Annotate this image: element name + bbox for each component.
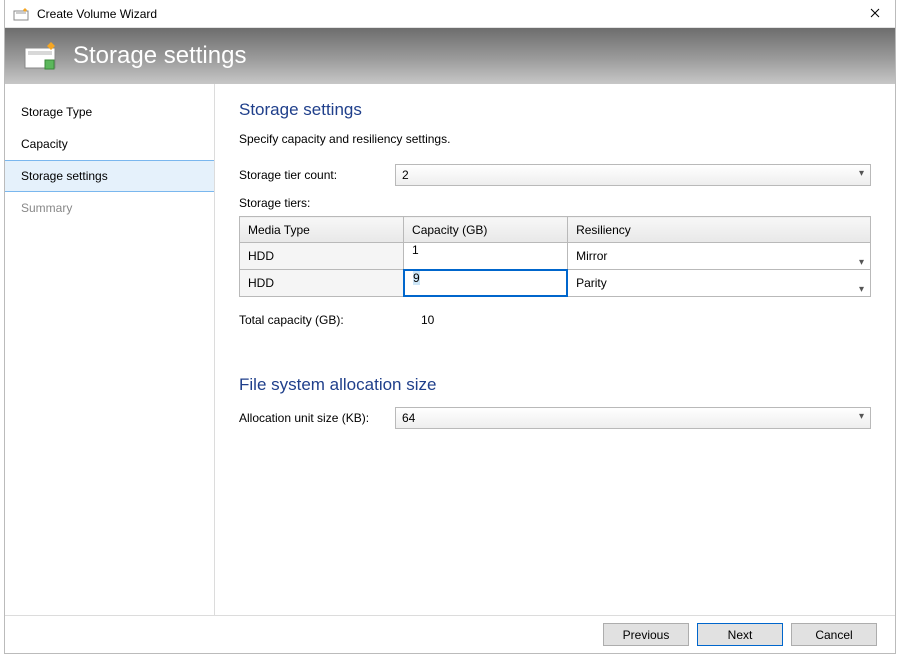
alloc-unit-select[interactable]: 64 ▾ [395,407,871,429]
wizard-footer: Previous Next Cancel [5,615,895,653]
tiers-label: Storage tiers: [239,196,871,210]
chevron-down-icon: ▾ [859,277,864,303]
nav-label: Storage settings [21,169,108,183]
col-media-type[interactable]: Media Type [240,217,404,243]
wizard-sidebar: Storage Type Capacity Storage settings S… [5,84,215,615]
nav-item-capacity[interactable]: Capacity [5,128,214,160]
alloc-unit-label: Allocation unit size (KB): [239,411,395,425]
previous-button[interactable]: Previous [603,623,689,646]
alloc-unit-value: 64 [402,411,415,425]
table-row: HDD 9 Parity ▾ [240,270,871,297]
tier-count-label: Storage tier count: [239,168,395,182]
tier-count-select[interactable]: 2 ▾ [395,164,871,186]
wizard-window: Create Volume Wizard Storage settings St… [4,0,896,654]
capacity-input[interactable]: 1 [404,243,567,269]
resiliency-select[interactable]: Mirror ▾ [568,243,870,269]
titlebar: Create Volume Wizard [5,0,895,28]
nav-label: Storage Type [21,105,92,119]
nav-label: Summary [21,201,72,215]
col-resiliency[interactable]: Resiliency [568,217,871,243]
total-capacity-row: Total capacity (GB): 10 [239,313,871,327]
capacity-input[interactable]: 9 [404,270,567,296]
window-title: Create Volume Wizard [37,7,855,21]
nav-item-storage-settings[interactable]: Storage settings [5,160,214,192]
col-capacity[interactable]: Capacity (GB) [404,217,568,243]
chevron-down-icon: ▾ [859,168,864,179]
banner-title: Storage settings [73,42,246,70]
section-heading: Storage settings [239,100,871,120]
fs-heading: File system allocation size [239,375,871,395]
next-button[interactable]: Next [697,623,783,646]
tier-count-row: Storage tier count: 2 ▾ [239,164,871,186]
total-capacity-label: Total capacity (GB): [239,313,411,327]
storage-tiers-table: Media Type Capacity (GB) Resiliency HDD … [239,216,871,297]
resiliency-select[interactable]: Parity ▾ [568,270,870,296]
banner: Storage settings [5,28,895,84]
section-description: Specify capacity and resiliency settings… [239,132,871,146]
chevron-down-icon: ▾ [859,411,864,422]
close-icon [870,7,880,21]
close-button[interactable] [855,0,895,28]
wizard-content: Storage settings Specify capacity and re… [215,84,895,615]
total-capacity-value: 10 [411,313,434,327]
table-header-row: Media Type Capacity (GB) Resiliency [240,217,871,243]
cancel-button[interactable]: Cancel [791,623,877,646]
nav-item-summary[interactable]: Summary [5,192,214,224]
wizard-box-icon [13,7,31,21]
nav-label: Capacity [21,137,68,151]
table-row: HDD 1 Mirror ▾ [240,243,871,270]
media-cell: HDD [240,270,403,296]
media-cell: HDD [240,243,403,269]
storage-box-icon [23,40,61,73]
wizard-body: Storage Type Capacity Storage settings S… [5,84,895,615]
tier-count-value: 2 [402,168,409,182]
alloc-unit-row: Allocation unit size (KB): 64 ▾ [239,407,871,429]
nav-item-storage-type[interactable]: Storage Type [5,96,214,128]
